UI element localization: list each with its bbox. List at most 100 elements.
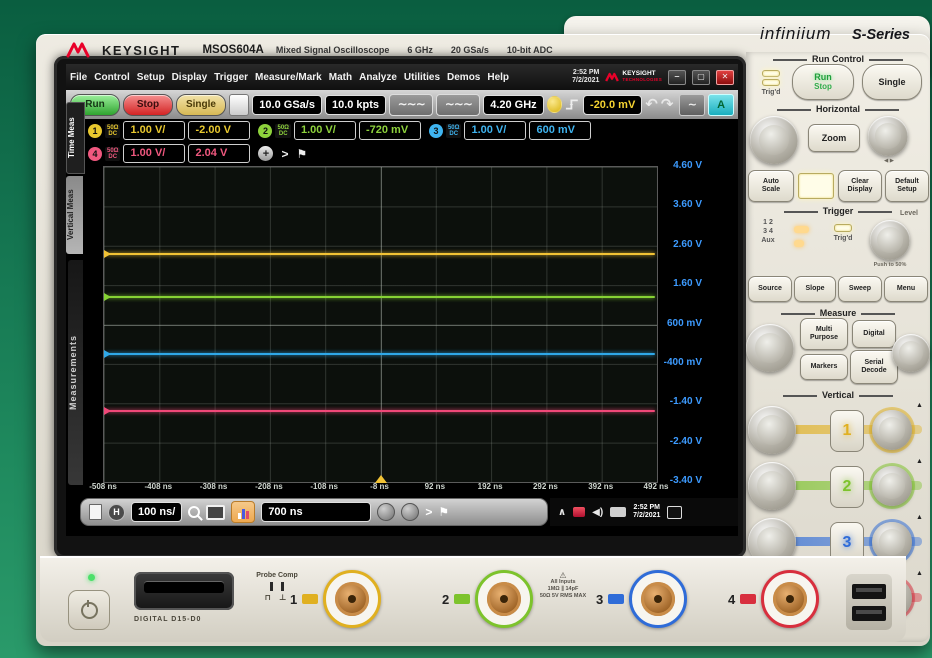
channel-3-coupling[interactable]: 50ΩDC xyxy=(446,124,461,138)
tab-time-meas[interactable]: Time Meas xyxy=(66,102,85,174)
digital-button[interactable]: Digital xyxy=(852,320,896,348)
menu-item-setup[interactable]: Setup xyxy=(137,72,165,83)
tray-expand-icon[interactable]: ∧ xyxy=(558,507,566,518)
sample-rate-field[interactable]: 10.0 GSa/s xyxy=(252,95,322,115)
channel-2-on-button[interactable]: 2 xyxy=(830,466,864,508)
input-2-connector[interactable] xyxy=(475,570,533,628)
horizontal-position-field[interactable]: 700 ns xyxy=(261,502,371,522)
add-waveform-button[interactable]: + xyxy=(258,146,273,161)
channel-2-coupling[interactable]: 50ΩDC xyxy=(275,124,290,138)
close-button[interactable]: ✕ xyxy=(716,70,734,85)
auto-scale-button[interactable]: Auto Scale xyxy=(748,170,794,202)
channel-2-offset-knob[interactable] xyxy=(872,466,912,506)
trigger-level-field[interactable]: -20.0 mV xyxy=(583,95,642,115)
channel-2-scale-knob[interactable] xyxy=(748,462,796,510)
channel-2-badge[interactable]: 2 xyxy=(258,124,272,138)
channel-1-offset-field[interactable]: -2.00 V xyxy=(188,121,250,140)
single-hard-button[interactable]: Single xyxy=(862,64,922,100)
display-icon[interactable] xyxy=(206,505,225,520)
menu-item-math[interactable]: Math xyxy=(329,72,352,83)
channel-4-coupling[interactable]: 50ΩDC xyxy=(105,147,120,161)
channel-1-badge[interactable]: 1 xyxy=(88,124,102,138)
menu-item-trigger[interactable]: Trigger xyxy=(214,72,248,83)
speaker-icon[interactable]: ◀) xyxy=(592,507,603,518)
waveform-button-1[interactable]: ∼∼∼ xyxy=(389,94,433,116)
channel-3-badge[interactable]: 3 xyxy=(429,124,443,138)
menu-item-demos[interactable]: Demos xyxy=(447,72,480,83)
menu-item-analyze[interactable]: Analyze xyxy=(359,72,397,83)
tab-measurements[interactable]: Measurements xyxy=(68,260,83,485)
tray-keysight-icon[interactable] xyxy=(573,507,585,517)
channel-3-offset-field[interactable]: 600 mV xyxy=(529,121,591,140)
channel-4-badge[interactable]: 4 xyxy=(88,147,102,161)
action-center-icon[interactable] xyxy=(667,506,682,519)
channel-1-scale-field[interactable]: 1.00 V/ xyxy=(123,121,185,140)
trigger-slope-button[interactable]: Slope xyxy=(794,276,836,302)
trigger-source-icon[interactable] xyxy=(547,96,563,113)
undo-icon[interactable]: ↶ xyxy=(645,96,658,114)
touch-button[interactable] xyxy=(798,173,834,199)
channel-2-scale-field[interactable]: 1.00 V/ xyxy=(294,121,356,140)
touch-assist-chip[interactable]: A xyxy=(708,94,734,116)
zoom-out-icon[interactable] xyxy=(188,506,200,518)
memory-depth-field[interactable]: 10.0 kpts xyxy=(325,95,386,115)
trigger-menu-button[interactable]: Menu xyxy=(884,276,928,302)
menu-item-measuremark[interactable]: Measure/Mark xyxy=(255,72,322,83)
menu-item-help[interactable]: Help xyxy=(487,72,509,83)
trigger-level-knob[interactable] xyxy=(870,220,910,260)
horizontal-scale-knob[interactable] xyxy=(750,116,798,164)
marker-tool-icon-2[interactable] xyxy=(401,503,419,521)
tray-clock[interactable]: 2:52 PM 7/2/2021 xyxy=(633,504,660,520)
histogram-tool-icon[interactable] xyxy=(231,501,255,523)
channel-1-offset-knob[interactable] xyxy=(872,410,912,450)
channel-1-on-button[interactable]: 1 xyxy=(830,410,864,452)
pin-icon[interactable]: ⚑ xyxy=(438,505,449,519)
menu-item-display[interactable]: Display xyxy=(172,72,208,83)
input-4-connector[interactable] xyxy=(761,570,819,628)
default-setup-button[interactable]: Default Setup xyxy=(885,170,929,202)
expand-arrow-icon[interactable]: > xyxy=(281,147,288,161)
run-stop-button[interactable]: RunStop xyxy=(792,64,854,100)
usb-port-2[interactable] xyxy=(852,606,886,621)
blank-chip[interactable] xyxy=(229,94,249,116)
trigger-source-button[interactable]: Source xyxy=(748,276,792,302)
input-1-connector[interactable] xyxy=(323,570,381,628)
cursors-knob[interactable] xyxy=(746,324,794,372)
menu-item-file[interactable]: File xyxy=(70,72,87,83)
clear-display-button[interactable]: Clear Display xyxy=(838,170,882,202)
single-button[interactable]: Single xyxy=(176,94,226,116)
timebase-field[interactable]: 100 ns/ xyxy=(131,502,182,522)
waveform-plot[interactable] xyxy=(103,166,658,483)
channel-4-offset-field[interactable]: 2.04 V xyxy=(188,144,250,163)
channel-3-scale-field[interactable]: 1.00 V/ xyxy=(464,121,526,140)
markers-button[interactable]: Markers xyxy=(800,354,848,380)
minimize-button[interactable]: ‒ xyxy=(668,70,686,85)
rising-edge-icon[interactable] xyxy=(565,97,580,112)
waveform-button-2[interactable]: ∼∼∼ xyxy=(436,94,480,116)
notes-icon[interactable] xyxy=(89,504,102,520)
pin-icon[interactable]: ⚑ xyxy=(297,147,308,161)
channel-1-scale-knob[interactable] xyxy=(748,406,796,454)
input-3-connector[interactable] xyxy=(629,570,687,628)
horizontal-position-knob[interactable] xyxy=(868,116,908,156)
channel-4-scale-field[interactable]: 1.00 V/ xyxy=(123,144,185,163)
serial-decode-button[interactable]: Serial Decode xyxy=(850,350,898,384)
waveform-chip-icon[interactable]: ∼ xyxy=(679,94,705,116)
menu-item-control[interactable]: Control xyxy=(94,72,130,83)
keyboard-icon[interactable] xyxy=(610,507,626,517)
trigger-sweep-button[interactable]: Sweep xyxy=(838,276,882,302)
bandwidth-field[interactable]: 4.20 GHz xyxy=(483,95,543,115)
horizontal-badge[interactable]: H xyxy=(108,504,125,521)
redo-icon[interactable]: ↷ xyxy=(661,96,674,114)
maximize-button[interactable]: ▢ xyxy=(692,70,710,85)
menu-item-utilities[interactable]: Utilities xyxy=(404,72,440,83)
stop-button[interactable]: Stop xyxy=(123,94,173,116)
channel-2-offset-field[interactable]: -720 mV xyxy=(359,121,421,140)
marker-tool-icon-1[interactable] xyxy=(377,503,395,521)
multi-purpose-button[interactable]: Multi Purpose xyxy=(800,318,848,350)
usb-port-1[interactable] xyxy=(852,584,886,599)
channel-1-coupling[interactable]: 50ΩDC xyxy=(105,124,120,138)
tab-vertical-meas[interactable]: Vertical Meas xyxy=(66,176,83,254)
expand-arrow-icon[interactable]: > xyxy=(425,505,432,519)
zoom-button[interactable]: Zoom xyxy=(808,124,860,152)
